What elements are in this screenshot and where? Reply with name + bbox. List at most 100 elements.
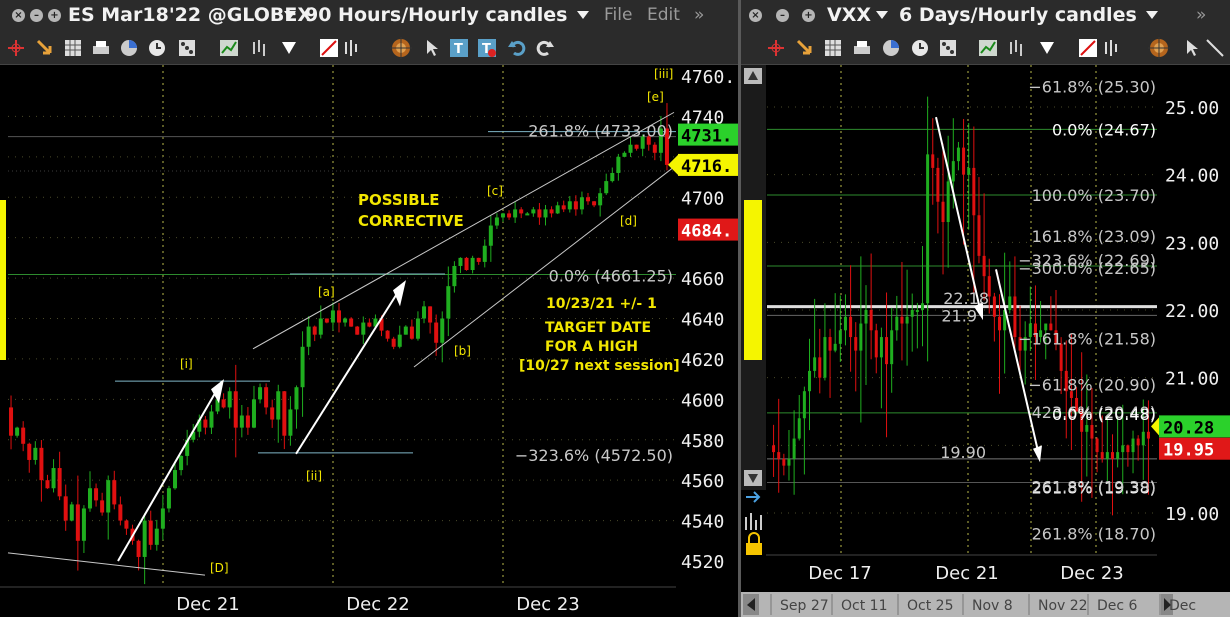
vxx-candle [920,303,924,310]
chevron-down-icon[interactable] [1146,11,1158,21]
price-tag-label: 4716. [681,157,732,177]
chevron-down-icon[interactable] [876,11,888,21]
triangle-down-icon[interactable] [1036,37,1058,59]
chart-icon[interactable] [977,37,999,59]
bar-style-icon[interactable] [248,37,270,59]
close-icon[interactable]: × [749,9,762,22]
es-candle [555,205,560,214]
chevron-down-icon[interactable] [577,11,589,21]
grid-icon[interactable] [822,37,844,59]
es-candle [440,318,445,343]
annotation-target_4: [10/27 next session] [519,358,680,374]
print-icon[interactable] [851,37,873,59]
clock-icon[interactable] [909,37,931,59]
close-icon[interactable]: × [12,9,25,22]
triangle-down-icon[interactable] [278,37,300,59]
es-candle [227,391,232,408]
candle-tool-icon[interactable] [340,37,362,59]
price-tag-label: 20.28 [1163,418,1214,438]
clock-icon[interactable] [146,37,168,59]
vxx-candle [1110,452,1114,459]
left-timeframe-title[interactable]: 90 Hours/Hourly candles [305,4,567,26]
arrow-tool-icon[interactable] [34,37,56,59]
price-axis-label: 4620 [681,350,724,371]
arrow-tool-icon[interactable] [794,37,816,59]
es-candle [209,411,214,428]
dice-icon[interactable] [176,37,198,59]
es-candle [343,318,348,323]
pie-icon[interactable] [880,37,902,59]
target-icon[interactable] [390,37,412,59]
es-candle [500,213,505,218]
text-box-icon[interactable]: T [476,37,498,59]
es-candle [94,488,99,501]
vxx-candle [828,337,832,351]
vxx-candle [992,296,996,317]
right-timeframe-title[interactable]: 6 Days/Hourly candles [899,4,1137,26]
print-icon[interactable] [90,37,112,59]
crosshair-icon[interactable] [765,37,787,59]
candle-tool-icon[interactable] [1100,37,1122,59]
es-candle [476,257,481,262]
price-axis-label: 4560 [681,471,724,492]
vxx-candle [802,391,806,419]
more-menu[interactable]: » [1196,5,1206,25]
vxx-candle [890,330,894,365]
overview-date-label: Nov 8 [972,598,1013,614]
line-tool-icon[interactable] [1204,37,1226,59]
left-symbol-title[interactable]: ES Mar18'22 @GLOBEX [68,4,312,26]
crosshair-icon[interactable] [5,37,27,59]
es-candle [355,326,360,335]
es-candle [573,201,578,210]
text-tool-icon[interactable]: T [448,37,470,59]
es-candle [306,326,311,347]
es-candle [391,338,396,347]
file-menu[interactable]: File [604,5,632,25]
overview-date-label: Oct 11 [841,598,887,614]
minimize-icon[interactable]: – [30,9,43,22]
pie-icon[interactable] [118,37,140,59]
es-candle [403,326,408,335]
right-symbol-title[interactable]: VXX [827,4,871,26]
undo-icon[interactable] [506,37,528,59]
maximize-icon[interactable]: + [802,9,815,22]
es-candle [148,520,153,545]
es-candle [239,415,244,428]
annotation-f8: 21.9 [941,306,977,325]
left-chart-window: × – + ES Mar18'22 @GLOBEX 90 Hours/Hourl… [0,0,738,617]
redo-icon[interactable] [534,37,556,59]
dice-icon[interactable] [937,37,959,59]
vxx-candle [1126,445,1130,453]
vxx-candle [941,201,945,223]
annotation-f9: −161.8% (21.58) [1018,329,1156,348]
price-axis-label: 4660 [681,269,724,290]
vxx-candle [838,330,842,344]
es-candle [482,245,487,262]
target-icon[interactable] [1148,37,1170,59]
scroll-thumb [744,200,762,360]
right-price-chart[interactable]: 25.00 24.00 23.00 22.00 21.00 19.00 20.28 19.95… [741,65,1230,617]
es-candle [422,306,427,319]
pointer-icon[interactable] [422,37,444,59]
es-candle [397,334,402,347]
annotation-fib_zero: 0.0% (4661.25) [549,267,673,286]
overview-date-label: Sep 27 [780,598,829,614]
grid-icon[interactable] [62,37,84,59]
right-chart-window: × – + VXX 6 Days/Hourly candles » 25.00 2… [741,0,1230,617]
es-candle [549,209,554,214]
maximize-icon[interactable]: + [48,9,61,22]
more-menu[interactable]: » [694,5,704,25]
chart-icon[interactable] [218,37,240,59]
line-draw-icon[interactable] [1077,37,1099,59]
pointer-icon[interactable] [1182,37,1204,59]
vxx-candle [1100,452,1104,459]
es-candle [464,257,469,270]
es-candle [415,318,420,339]
es-candle [452,265,457,287]
minimize-icon[interactable]: – [776,9,789,22]
left-price-chart[interactable]: 4760.47404700466046404620460045804560454… [0,65,738,617]
line-draw-icon[interactable] [318,37,340,59]
edit-menu[interactable]: Edit [647,5,680,25]
bar-style-icon[interactable] [1005,37,1027,59]
chevron-down-icon[interactable] [284,11,296,21]
